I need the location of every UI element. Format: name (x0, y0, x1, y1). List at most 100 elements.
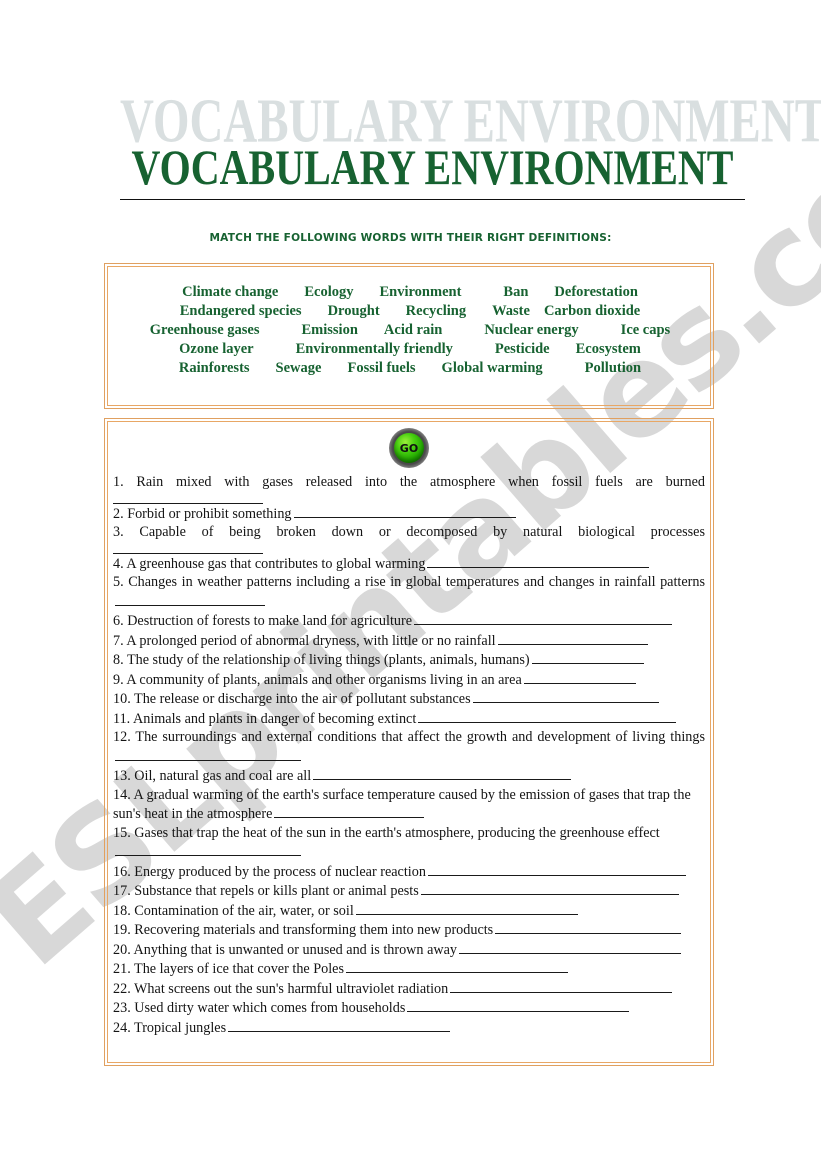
definition-number: 16. (113, 863, 131, 880)
word-bank-term[interactable]: Ozone layer (177, 340, 256, 359)
word-bank-term[interactable]: Ice caps (619, 321, 673, 340)
definition-number: 15. (113, 824, 131, 841)
go-button-label: GO (399, 441, 419, 455)
word-bank-term[interactable]: Carbon dioxide (542, 302, 642, 321)
word-bank-row: Rainforests Sewage Fossil fuels Global warm… (122, 359, 698, 378)
definition-item: 4. A greenhouse gas that contributes to … (113, 554, 705, 574)
definition-number: 6. (113, 613, 124, 629)
go-button-face: GO (394, 433, 424, 463)
word-bank-term[interactable]: Pollution (583, 359, 643, 378)
definitions-list: 1. Rain mixed with gases released into t… (113, 473, 705, 1037)
definition-item: 14. A gradual warming of the earth's sur… (113, 786, 705, 824)
word-bank-term[interactable]: Rainforests (177, 359, 252, 378)
definition-number: 23. (113, 1000, 131, 1016)
word-bank-term[interactable]: Ecosystem (574, 340, 643, 359)
answer-blank[interactable] (427, 554, 650, 568)
answer-blank[interactable] (355, 901, 578, 915)
definition-text: Used dirty water which comes from househ… (134, 1000, 406, 1016)
definition-text: Tropical jungles (134, 1019, 227, 1036)
definition-number: 13. (113, 768, 131, 784)
title-block: VOCABULARY ENVIRONMENT VOCABULARY ENVIRO… (0, 86, 821, 204)
definition-item: 16. Energy produced by the process of nu… (113, 862, 705, 882)
answer-blank[interactable] (407, 998, 630, 1012)
definition-item: 19. Recovering materials and transformin… (113, 920, 705, 940)
word-bank-term[interactable]: Drought (326, 302, 382, 321)
word-bank-term[interactable]: Emission (299, 321, 359, 340)
word-bank-term[interactable]: Pesticide (493, 340, 552, 359)
word-bank-term[interactable]: Recycling (404, 302, 468, 321)
definition-item: 3. Capable of being broken down or decom… (113, 523, 705, 542)
word-bank-term[interactable]: Climate change (180, 283, 280, 302)
answer-blank[interactable] (113, 490, 263, 504)
word-bank-term[interactable]: Deforestation (552, 283, 640, 302)
answer-blank[interactable] (427, 862, 686, 876)
word-bank-row: Climate change Ecology Environment Ban Defor… (122, 283, 698, 302)
definition-item: 8. The study of the relationship of livi… (113, 650, 705, 670)
answer-blank[interactable] (115, 747, 301, 761)
definition-item: 1. Rain mixed with gases released into t… (113, 473, 705, 492)
definition-text: Animals and plants in danger of becoming… (132, 710, 417, 727)
definition-number: 7. (113, 632, 124, 649)
answer-blank[interactable] (450, 979, 673, 993)
go-button[interactable]: GO (389, 428, 429, 468)
definition-text: A prolonged period of abnormal dryness, … (126, 632, 496, 649)
word-bank-term[interactable]: Global warming (440, 359, 545, 378)
definition-item: 23. Used dirty water which comes from ho… (113, 998, 705, 1018)
word-bank-term[interactable]: Sewage (274, 359, 324, 378)
answer-blank[interactable] (346, 959, 569, 973)
answer-blank[interactable] (113, 540, 263, 554)
word-bank-term[interactable]: Ecology (302, 283, 355, 302)
definition-text: Energy produced by the process of nuclea… (134, 863, 426, 880)
definition-text: Rain mixed with gases released into the … (136, 474, 706, 490)
definition-text: Anything that is unwanted or unused and … (133, 941, 458, 958)
word-bank-row: Ozone layer Environmentally friendly Pesti… (122, 340, 698, 359)
word-bank-row: Greenhouse gases Emission Acid rain Nuclear… (122, 321, 698, 340)
word-bank-term[interactable]: Greenhouse gases (148, 321, 262, 340)
definition-text: Forbid or prohibit something (127, 505, 292, 522)
definition-item: 7. A prolonged period of abnormal drynes… (113, 631, 705, 651)
answer-blank[interactable] (459, 940, 681, 954)
answer-blank[interactable] (495, 920, 682, 934)
definition-item: 5. Changes in weather patterns including… (113, 573, 705, 611)
answer-blank[interactable] (228, 1018, 451, 1032)
definition-item: 2. Forbid or prohibit something (113, 504, 705, 524)
answer-blank[interactable] (420, 881, 679, 895)
answer-blank[interactable] (472, 689, 659, 703)
instruction-text: MATCH THE FOLLOWING WORDS WITH THEIR RIG… (209, 231, 612, 244)
definition-text: Substance that repels or kills plant or … (134, 883, 419, 899)
answer-blank[interactable] (274, 804, 425, 818)
definition-item: 18. Contamination of the air, water, or … (113, 901, 705, 921)
word-bank-panel: Climate change Ecology Environment Ban Defor… (104, 263, 714, 409)
definition-item: 24. Tropical jungles (113, 1018, 705, 1038)
answer-blank[interactable] (418, 709, 677, 723)
worksheet-page: ESLprintables.com VOCABULARY ENVIRONMENT… (0, 0, 821, 1169)
answer-blank[interactable] (115, 842, 301, 856)
definition-text: Destruction of forests to make land for … (127, 613, 413, 629)
definition-number: 20. (113, 941, 131, 958)
definition-number: 17. (113, 883, 131, 899)
word-bank-term[interactable]: Endangered species (178, 302, 304, 321)
answer-blank[interactable] (293, 504, 516, 518)
answer-blank[interactable] (497, 631, 648, 645)
definition-text: Contamination of the air, water, or soil (134, 902, 354, 919)
definition-text: Capable of being broken down or decompos… (139, 524, 705, 540)
word-bank-term[interactable]: Ban (501, 283, 530, 302)
definition-number: 5. (113, 574, 124, 590)
definition-number: 8. (113, 652, 124, 668)
answer-blank[interactable] (523, 670, 636, 684)
answer-blank[interactable] (414, 611, 673, 625)
word-bank-term[interactable]: Environment (377, 283, 463, 302)
word-bank-term[interactable]: Acid rain (382, 321, 444, 340)
definition-text: What screens out the sun's harmful ultra… (134, 980, 449, 997)
answer-blank[interactable] (313, 766, 572, 780)
answer-blank[interactable] (115, 592, 265, 606)
definition-item: 6. Destruction of forests to make land f… (113, 611, 705, 631)
word-bank-term[interactable]: Fossil fuels (345, 359, 417, 378)
word-bank-term[interactable]: Environmentally friendly (294, 340, 455, 359)
definition-number: 1. (113, 474, 124, 490)
answer-blank[interactable] (531, 650, 644, 664)
word-bank-term[interactable]: Nuclear energy (482, 321, 580, 340)
definition-text: A greenhouse gas that contributes to glo… (126, 555, 426, 572)
definition-number: 24. (113, 1019, 131, 1036)
word-bank-term[interactable]: Waste (490, 302, 532, 321)
